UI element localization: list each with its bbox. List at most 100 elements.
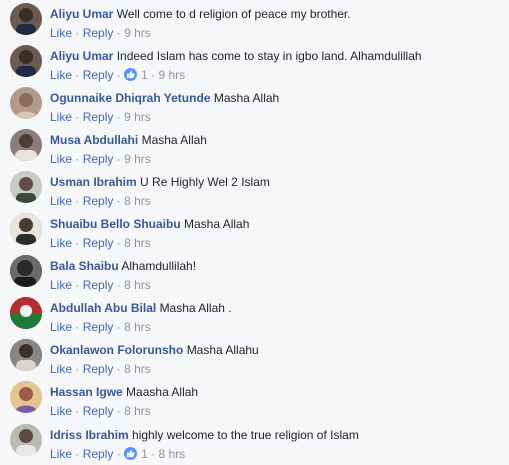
comment-timestamp[interactable]: 9 hrs	[124, 26, 151, 40]
avatar[interactable]	[10, 45, 42, 77]
comment-item: Ogunnaike Dhiqrah Yetunde Masha Allah Li…	[0, 87, 509, 127]
separator: ·	[116, 362, 121, 376]
like-link[interactable]: Like	[50, 68, 72, 82]
reply-link[interactable]: Reply	[83, 447, 114, 461]
like-count[interactable]: 1	[141, 68, 148, 82]
like-link[interactable]: Like	[50, 110, 72, 124]
comment-timestamp[interactable]: 9 hrs	[124, 110, 151, 124]
reply-link[interactable]: Reply	[83, 152, 114, 166]
like-count[interactable]: 1	[141, 447, 148, 461]
separator: ·	[75, 404, 80, 418]
separator: ·	[116, 110, 121, 124]
comment-timestamp[interactable]: 8 hrs	[124, 320, 151, 334]
comment-text: Masha Allah	[141, 133, 207, 147]
comment-item: Usman Ibrahim U Re Highly Wel 2 Islam Li…	[0, 171, 509, 211]
reply-link[interactable]: Reply	[83, 236, 114, 250]
comment-item: Aliyu Umar Well come to d religion of pe…	[0, 3, 509, 43]
separator: ·	[75, 152, 80, 166]
separator: ·	[75, 362, 80, 376]
like-link[interactable]: Like	[50, 447, 72, 461]
separator: ·	[75, 26, 80, 40]
avatar[interactable]	[10, 339, 42, 371]
like-link[interactable]: Like	[50, 152, 72, 166]
comment-text: U Re Highly Wel 2 Islam	[140, 175, 270, 189]
comment-author-link[interactable]: Bala Shaibu	[50, 259, 119, 273]
like-link[interactable]: Like	[50, 26, 72, 40]
comment-list: Aliyu Umar Well come to d religion of pe…	[0, 0, 509, 465]
avatar[interactable]	[10, 87, 42, 119]
reply-link[interactable]: Reply	[83, 404, 114, 418]
comment-timestamp[interactable]: 8 hrs	[124, 362, 151, 376]
separator: ·	[75, 320, 80, 334]
comment-text: Masha Allah	[213, 91, 280, 105]
separator: ·	[151, 68, 156, 82]
separator: ·	[116, 236, 121, 250]
avatar[interactable]	[10, 424, 42, 456]
like-link[interactable]: Like	[50, 362, 72, 376]
reply-link[interactable]: Reply	[83, 362, 114, 376]
comment-item: Abdullah Abu Bilal Masha Allah . Like · …	[0, 297, 509, 337]
comment-item: Hassan Igwe Maasha Allah Like · Reply · …	[0, 381, 509, 421]
separator: ·	[75, 447, 80, 461]
reply-link[interactable]: Reply	[83, 26, 114, 40]
like-link[interactable]: Like	[50, 278, 72, 292]
avatar[interactable]	[10, 213, 42, 245]
reply-link[interactable]: Reply	[83, 68, 114, 82]
comment-author-link[interactable]: Ogunnaike Dhiqrah Yetunde	[50, 91, 210, 105]
separator: ·	[75, 68, 80, 82]
comment-author-link[interactable]: Hassan Igwe	[50, 385, 123, 399]
like-link[interactable]: Like	[50, 236, 72, 250]
thumbs-up-icon[interactable]	[124, 447, 138, 460]
avatar[interactable]	[10, 171, 42, 203]
comment-timestamp[interactable]: 8 hrs	[158, 447, 185, 461]
comment-text: Masha Allah .	[159, 301, 232, 315]
avatar[interactable]	[10, 297, 42, 329]
comment-text: Masha Allahu	[186, 343, 259, 357]
separator: ·	[116, 447, 121, 461]
comment-text: Well come to d religion of peace my brot…	[116, 7, 351, 21]
reply-link[interactable]: Reply	[83, 110, 114, 124]
comment-item: Bala Shaibu Alhamdullilah! Like · Reply …	[0, 255, 509, 295]
separator: ·	[151, 447, 156, 461]
comment-text: Masha Allah	[184, 217, 250, 231]
comment-author-link[interactable]: Musa Abdullahi	[50, 133, 138, 147]
avatar[interactable]	[10, 3, 42, 35]
comment-item: Okanlawon Folorunsho Masha Allahu Like ·…	[0, 339, 509, 379]
comment-author-link[interactable]: Okanlawon Folorunsho	[50, 343, 183, 357]
separator: ·	[116, 278, 121, 292]
comment-timestamp[interactable]: 8 hrs	[124, 236, 151, 250]
like-link[interactable]: Like	[50, 404, 72, 418]
comment-timestamp[interactable]: 8 hrs	[124, 278, 151, 292]
avatar[interactable]	[10, 255, 42, 287]
comment-author-link[interactable]: Abdullah Abu Bilal	[50, 301, 156, 315]
like-link[interactable]: Like	[50, 320, 72, 334]
comment-timestamp[interactable]: 9 hrs	[124, 152, 151, 166]
comment-text: Indeed Islam has come to stay in igbo la…	[116, 49, 422, 63]
comment-text: highly welcome to the true religion of I…	[132, 428, 359, 442]
avatar[interactable]	[10, 129, 42, 161]
comment-timestamp[interactable]: 8 hrs	[124, 194, 151, 208]
separator: ·	[116, 152, 121, 166]
comment-author-link[interactable]: Shuaibu Bello Shuaibu	[50, 217, 181, 231]
comment-timestamp[interactable]: 9 hrs	[158, 68, 185, 82]
separator: ·	[75, 278, 80, 292]
separator: ·	[75, 194, 80, 208]
like-link[interactable]: Like	[50, 194, 72, 208]
comment-item: Shuaibu Bello Shuaibu Masha Allah Like ·…	[0, 213, 509, 253]
reply-link[interactable]: Reply	[83, 194, 114, 208]
comment-author-link[interactable]: Usman Ibrahim	[50, 175, 137, 189]
comment-author-link[interactable]: Idriss Ibrahim	[50, 428, 129, 442]
separator: ·	[116, 194, 121, 208]
reply-link[interactable]: Reply	[83, 320, 114, 334]
thumbs-up-icon[interactable]	[124, 68, 138, 81]
avatar[interactable]	[10, 381, 42, 413]
separator: ·	[116, 68, 121, 82]
comment-timestamp[interactable]: 8 hrs	[124, 404, 151, 418]
separator: ·	[75, 236, 80, 250]
reply-link[interactable]: Reply	[83, 278, 114, 292]
comment-author-link[interactable]: Aliyu Umar	[50, 49, 113, 63]
separator: ·	[116, 404, 121, 418]
separator: ·	[116, 26, 121, 40]
comment-text: Alhamdullilah!	[121, 259, 197, 273]
comment-author-link[interactable]: Aliyu Umar	[50, 7, 113, 21]
